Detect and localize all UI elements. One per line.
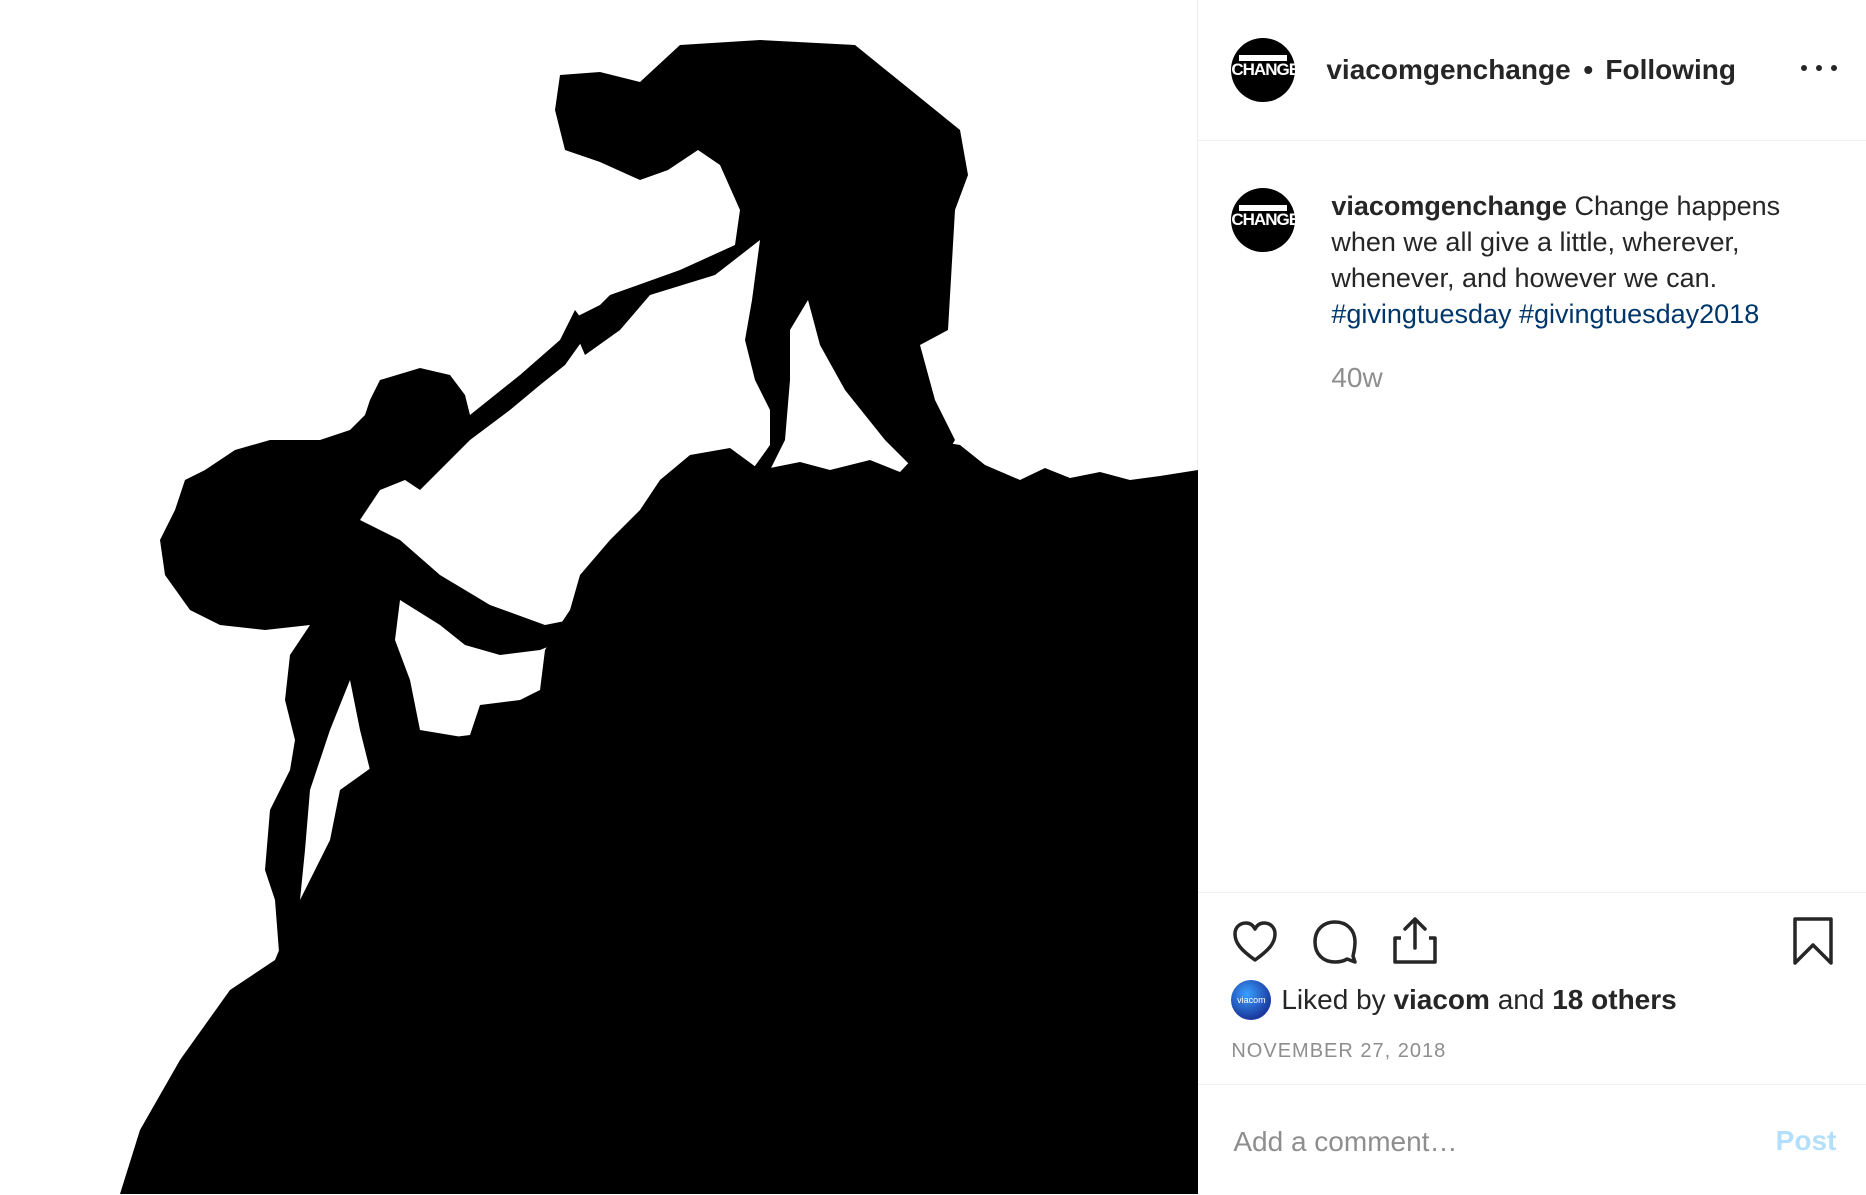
heart-icon[interactable]: [1231, 918, 1279, 971]
comment-bar: Post: [1198, 1084, 1866, 1195]
action-bar-divider: [1198, 892, 1866, 893]
header-separator: •: [1583, 54, 1594, 85]
hashtag-link[interactable]: #givingtuesday: [1331, 299, 1511, 329]
post-date[interactable]: NOVEMBER 27, 2018: [1231, 1040, 1446, 1063]
post-age[interactable]: 40w: [1331, 362, 1382, 394]
more-options-icon[interactable]: [1801, 56, 1838, 80]
post-comment-button[interactable]: Post: [1776, 1125, 1837, 1157]
likes-conjunction: and: [1497, 984, 1545, 1015]
post-caption: viacomgenchange Change happens when we a…: [1331, 188, 1831, 332]
hashtag-link[interactable]: #givingtuesday2018: [1519, 299, 1759, 329]
comment-icon[interactable]: [1311, 918, 1359, 971]
liker-username[interactable]: viacom: [1393, 984, 1490, 1015]
instagram-post: CHANGE viacomgenchange • Following CHANG…: [0, 0, 1866, 1194]
likes-others-link[interactable]: 18 others: [1552, 984, 1677, 1015]
avatar-logo-text: CHANGE: [1231, 60, 1296, 79]
bookmark-icon[interactable]: [1792, 916, 1834, 971]
likes-prefix: Liked by: [1281, 984, 1386, 1015]
post-sidebar: CHANGE viacomgenchange • Following CHANG…: [1198, 0, 1866, 1194]
account-avatar[interactable]: CHANGE: [1231, 38, 1296, 102]
caption-avatar[interactable]: CHANGE: [1231, 188, 1296, 252]
post-header: CHANGE viacomgenchange • Following: [1198, 0, 1866, 141]
post-image[interactable]: [0, 0, 1199, 1194]
avatar-logo-text: CHANGE: [1231, 210, 1296, 229]
likes-text: Liked by viacom and 18 others: [1281, 984, 1676, 1016]
climbers-silhouette-image: [120, 40, 1198, 1194]
share-icon[interactable]: [1391, 916, 1439, 971]
caption-username[interactable]: viacomgenchange: [1331, 191, 1567, 221]
liker-avatar[interactable]: viacom: [1231, 980, 1272, 1020]
comment-input[interactable]: [1231, 1113, 1736, 1171]
following-button[interactable]: Following: [1605, 54, 1736, 86]
header-username[interactable]: viacomgenchange: [1326, 54, 1570, 86]
likes-summary: viacom Liked by viacom and 18 others: [1231, 980, 1677, 1020]
